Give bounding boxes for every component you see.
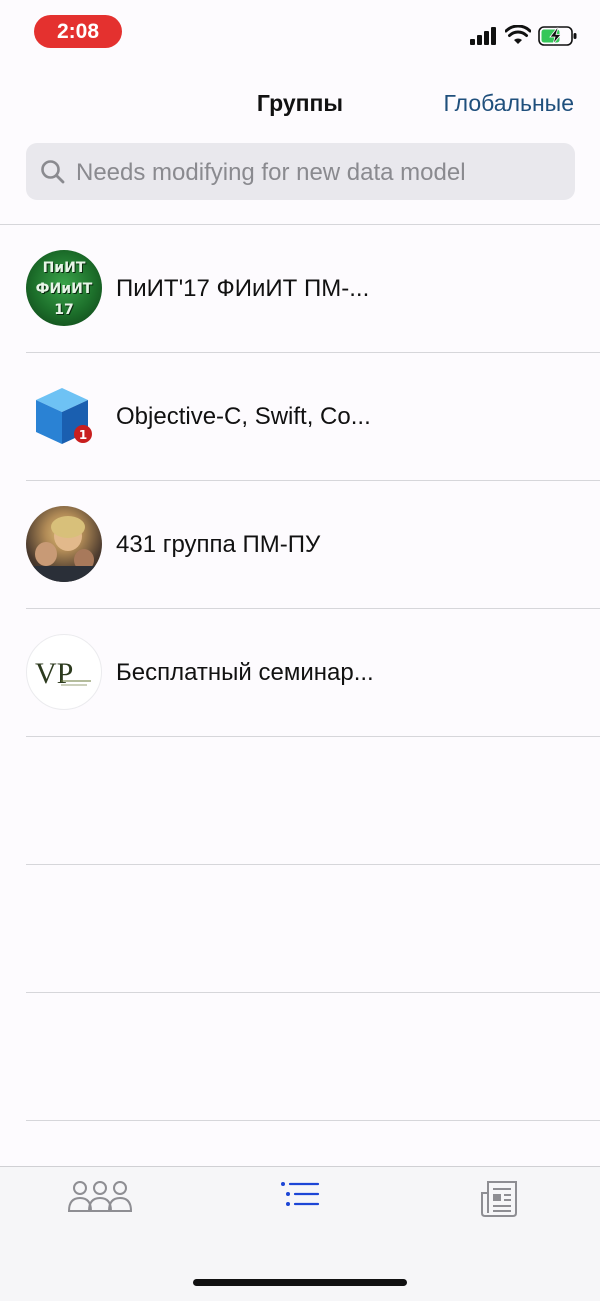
piit-logo-avatar: ПиИТ ФИиИТ 17 — [26, 250, 102, 326]
home-indicator[interactable] — [193, 1279, 407, 1286]
list-item[interactable]: 431 группа ПМ-ПУ — [26, 481, 600, 609]
blue-cube-avatar: 1 — [36, 388, 92, 444]
list-icon — [281, 1182, 320, 1206]
vp-logo-avatar: VP — [26, 634, 102, 710]
group-title: Бесплатный семинар... — [116, 659, 374, 686]
empty-row — [26, 737, 600, 865]
tab-news[interactable] — [465, 1179, 535, 1223]
group-list: ПиИТ ФИиИТ 17 ПиИТ'17 ФИиИТ ПМ-... 1 Obj… — [0, 225, 600, 1121]
list-item[interactable]: 1 Objective-C, Swift, Co... — [26, 353, 600, 481]
avatar-text-line: ПиИТ — [42, 260, 86, 276]
avatar-text-line: 17 — [54, 302, 74, 318]
group-title: ПиИТ'17 ФИиИТ ПМ-... — [116, 275, 370, 302]
group-title: 431 группа ПМ-ПУ — [116, 531, 321, 558]
list-item[interactable]: VP Бесплатный семинар... — [26, 609, 600, 737]
search-bar[interactable] — [26, 143, 575, 202]
status-bar: 2:08 — [0, 0, 600, 60]
global-button[interactable]: Глобальные — [444, 90, 575, 117]
wifi-icon — [505, 25, 531, 44]
group-photo-avatar — [26, 506, 102, 582]
newspaper-icon — [481, 1181, 517, 1217]
people-icon — [67, 1181, 133, 1212]
tab-list[interactable] — [265, 1179, 335, 1223]
list-item[interactable]: ПиИТ ФИиИТ 17 ПиИТ'17 ФИиИТ ПМ-... — [26, 225, 600, 353]
status-time: 2:08 — [34, 15, 122, 48]
tab-people[interactable] — [65, 1179, 135, 1223]
avatar-text-line: ФИиИТ — [35, 281, 93, 297]
search-input[interactable] — [74, 143, 568, 202]
avatar-badge: 1 — [79, 428, 87, 442]
group-title: Objective-C, Swift, Co... — [116, 403, 371, 430]
empty-row — [26, 865, 600, 993]
cellular-signal-icon — [470, 27, 498, 45]
search-icon — [41, 160, 65, 184]
battery-charging-icon — [538, 26, 577, 46]
empty-row — [26, 993, 600, 1121]
